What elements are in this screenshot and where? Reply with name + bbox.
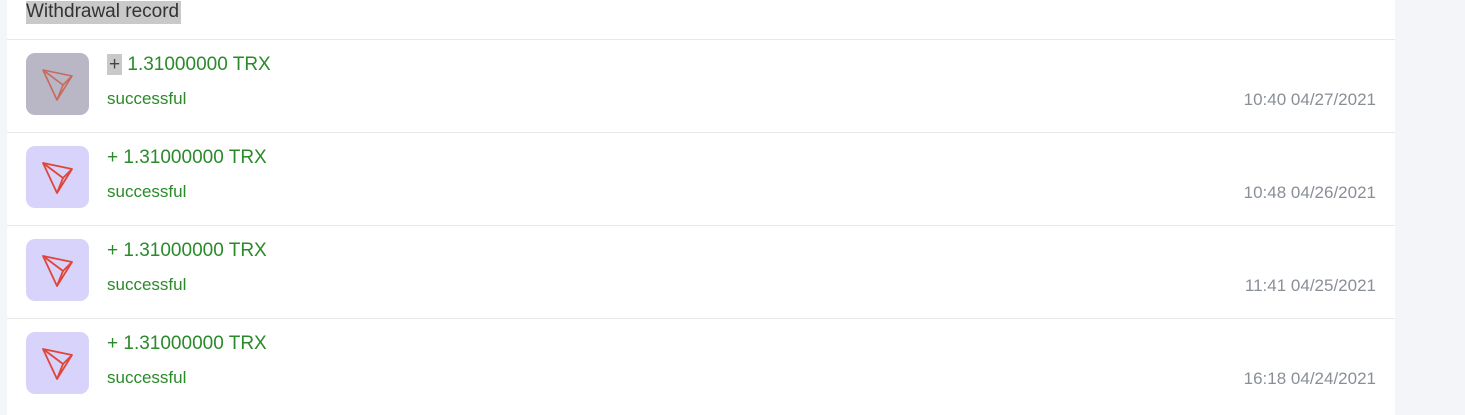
list-item[interactable]: + 1.31000000 TRX successful 10:40 04/27/… [7, 40, 1395, 133]
amount-value: 1.31000000 TRX [123, 333, 267, 354]
record-list: + 1.31000000 TRX successful 10:40 04/27/… [7, 40, 1395, 411]
tron-icon [26, 53, 89, 115]
right-gutter [1395, 0, 1465, 415]
withdrawal-panel: Withdrawal record + 1.31000000 TRX succe… [7, 0, 1395, 415]
status-text: successful [107, 89, 187, 108]
tron-icon [26, 332, 89, 394]
page: Withdrawal record + 1.31000000 TRX succe… [0, 0, 1465, 415]
list-item[interactable]: + 1.31000000 TRX successful 16:18 04/24/… [7, 319, 1395, 411]
amount-value: 1.31000000 TRX [123, 240, 267, 261]
amount: + 1.31000000 TRX [107, 332, 267, 356]
tron-icon [26, 146, 89, 208]
timestamp: 10:40 04/27/2021 [1243, 90, 1376, 109]
amount-sign: + [107, 147, 119, 168]
timestamp: 10:48 04/26/2021 [1243, 183, 1376, 202]
amount-value: 1.31000000 TRX [127, 54, 271, 75]
status-text: successful [107, 275, 187, 294]
tron-icon [26, 239, 89, 301]
status-text: successful [107, 182, 187, 201]
left-margin [0, 0, 7, 415]
list-item[interactable]: + 1.31000000 TRX successful 11:41 04/25/… [7, 226, 1395, 319]
timestamp: 11:41 04/25/2021 [1244, 276, 1376, 295]
amount: + 1.31000000 TRX [107, 146, 267, 170]
amount-sign: + [107, 333, 119, 354]
amount: + 1.31000000 TRX [107, 239, 267, 263]
amount: + 1.31000000 TRX [107, 53, 271, 77]
amount-sign: + [107, 54, 123, 75]
page-title: Withdrawal record [26, 1, 182, 24]
header: Withdrawal record [7, 0, 1395, 40]
status-text: successful [107, 368, 187, 387]
timestamp: 16:18 04/24/2021 [1243, 369, 1376, 388]
list-item[interactable]: + 1.31000000 TRX successful 10:48 04/26/… [7, 133, 1395, 226]
amount-value: 1.31000000 TRX [123, 147, 267, 168]
amount-sign: + [107, 240, 119, 261]
